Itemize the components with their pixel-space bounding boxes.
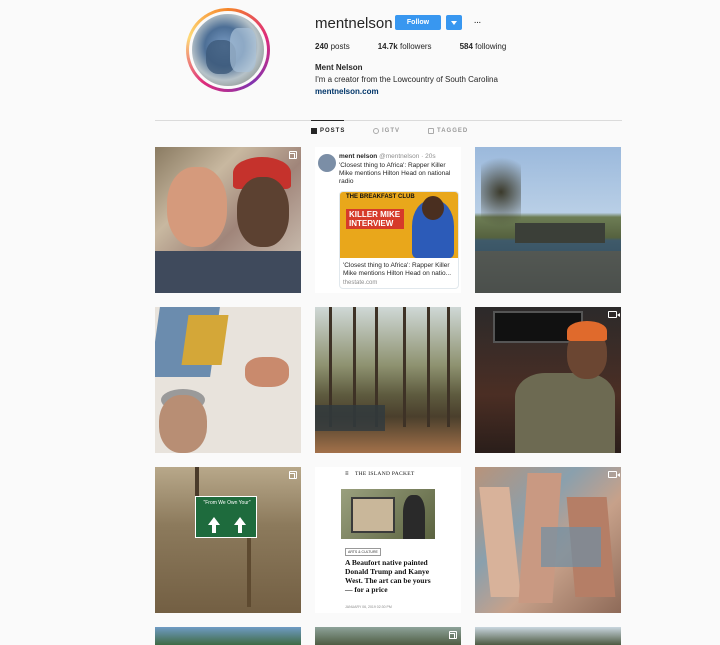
following-count[interactable]: 584 following <box>460 42 507 51</box>
article-photo <box>341 489 435 539</box>
tweet-text: 'Closest thing to Africa': Rapper Killer… <box>339 162 451 185</box>
profile-tabs: POSTS IGTV TAGGED <box>155 128 622 140</box>
breakfast-club-logo: THE BREAKFAST CLUB <box>346 194 415 200</box>
tag-icon <box>428 128 434 134</box>
igtv-icon <box>373 128 379 134</box>
arrow-up-icon <box>234 517 246 525</box>
arrow-up-icon <box>208 517 220 525</box>
suggested-accounts-dropdown-button[interactable] <box>446 15 462 30</box>
profile-avatar-ring[interactable] <box>186 8 270 92</box>
avatar <box>318 154 336 172</box>
post-tile-video-man[interactable] <box>475 307 621 453</box>
profile-stats: 240 posts 14.7k followers 584 following <box>315 42 534 51</box>
post-tile-cubist-painting[interactable] <box>475 467 621 613</box>
post-tile-tweet[interactable]: ment nelson @mentnelson · 20s 'Closest t… <box>315 147 461 293</box>
newspaper-masthead: THE ISLAND PACKET <box>355 471 415 477</box>
post-tile-partial-1[interactable] <box>155 627 301 645</box>
followers-count[interactable]: 14.7k followers <box>378 42 432 51</box>
avatar[interactable] <box>189 11 267 89</box>
profile-bio: I'm a creator from the Lowcountry of Sou… <box>315 75 498 84</box>
video-icon <box>608 471 620 478</box>
post-tile-river[interactable] <box>475 147 621 293</box>
menu-icon: ≡ <box>345 471 349 477</box>
post-tile-sign[interactable]: "From We Own Your" <box>155 467 301 613</box>
article-byline: JANUARY 06, 2019 02:30 PM <box>345 605 392 609</box>
tab-igtv[interactable]: IGTV <box>373 128 400 134</box>
post-tile-newspaper[interactable]: ≡ THE ISLAND PACKET ARTS & CULTURE A Bea… <box>315 467 461 613</box>
more-options-icon[interactable]: ··· <box>472 15 482 30</box>
carousel-icon <box>289 471 297 479</box>
post-tile-partial-3[interactable] <box>475 627 621 645</box>
video-icon <box>608 311 620 318</box>
grid-icon <box>311 128 317 134</box>
chevron-down-icon <box>451 20 457 25</box>
tweet-header: ment nelson @mentnelson · 20s <box>339 153 436 160</box>
post-tile-painting[interactable] <box>155 147 301 293</box>
tweet-card-source: thestate.com <box>343 280 378 286</box>
article-tag: ARTS & CULTURE <box>345 548 381 556</box>
carousel-icon <box>289 151 297 159</box>
profile-full-name: Ment Nelson <box>315 63 363 72</box>
posts-count: 240 posts <box>315 42 350 51</box>
tweet-card-title: 'Closest thing to Africa': Rapper Killer… <box>343 262 452 277</box>
profile-username: mentnelson <box>315 15 393 32</box>
interview-banner: KILLER MIKE INTERVIEW <box>346 209 404 229</box>
tweet-card-image: THE BREAKFAST CLUB KILLER MIKE INTERVIEW <box>340 192 458 258</box>
follow-button[interactable]: Follow <box>395 15 441 30</box>
active-tab-indicator <box>311 120 344 121</box>
post-tile-forest[interactable] <box>315 307 461 453</box>
profile-website-link[interactable]: mentnelson.com <box>315 87 379 96</box>
article-headline: A Beaufort native painted Donald Trump a… <box>345 558 431 594</box>
tabs-divider <box>155 120 622 121</box>
tweet-link-card: THE BREAKFAST CLUB KILLER MIKE INTERVIEW… <box>339 191 459 289</box>
post-tile-partial-2[interactable] <box>315 627 461 645</box>
tab-tagged[interactable]: TAGGED <box>428 128 468 134</box>
tab-posts[interactable]: POSTS <box>311 128 345 134</box>
sign-board: "From We Own Your" <box>195 496 257 538</box>
post-tile-sketches[interactable] <box>155 307 301 453</box>
carousel-icon <box>449 631 457 639</box>
